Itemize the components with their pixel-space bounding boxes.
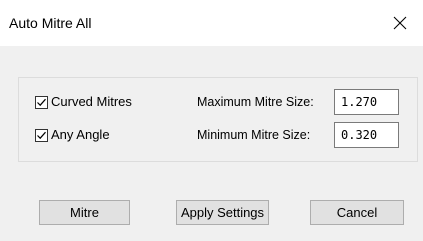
checkmark-icon [37,98,46,106]
any-angle-checkbox[interactable] [35,128,48,142]
mitre-button[interactable]: Mitre [39,200,130,225]
title-bar: Auto Mitre All [0,0,423,46]
any-angle-option[interactable]: Any Angle [35,127,110,143]
curved-mitres-option[interactable]: Curved Mitres [35,94,132,110]
min-mitre-size-input[interactable]: 0.320 [334,122,399,148]
close-button[interactable] [377,0,423,46]
max-mitre-size-label: Maximum Mitre Size: [197,95,314,109]
any-angle-label: Any Angle [51,127,110,142]
close-icon [393,16,407,30]
dialog-title: Auto Mitre All [9,15,92,31]
apply-settings-button[interactable]: Apply Settings [176,200,269,225]
cancel-button[interactable]: Cancel [310,200,404,225]
auto-mitre-dialog: Auto Mitre All Curved Mitres Any Angle M… [0,0,423,241]
curved-mitres-checkbox[interactable] [35,95,48,109]
curved-mitres-label: Curved Mitres [51,94,132,109]
min-mitre-size-label: Minimum Mitre Size: [197,128,311,142]
checkmark-icon [37,131,46,139]
max-mitre-size-input[interactable]: 1.270 [334,89,399,115]
